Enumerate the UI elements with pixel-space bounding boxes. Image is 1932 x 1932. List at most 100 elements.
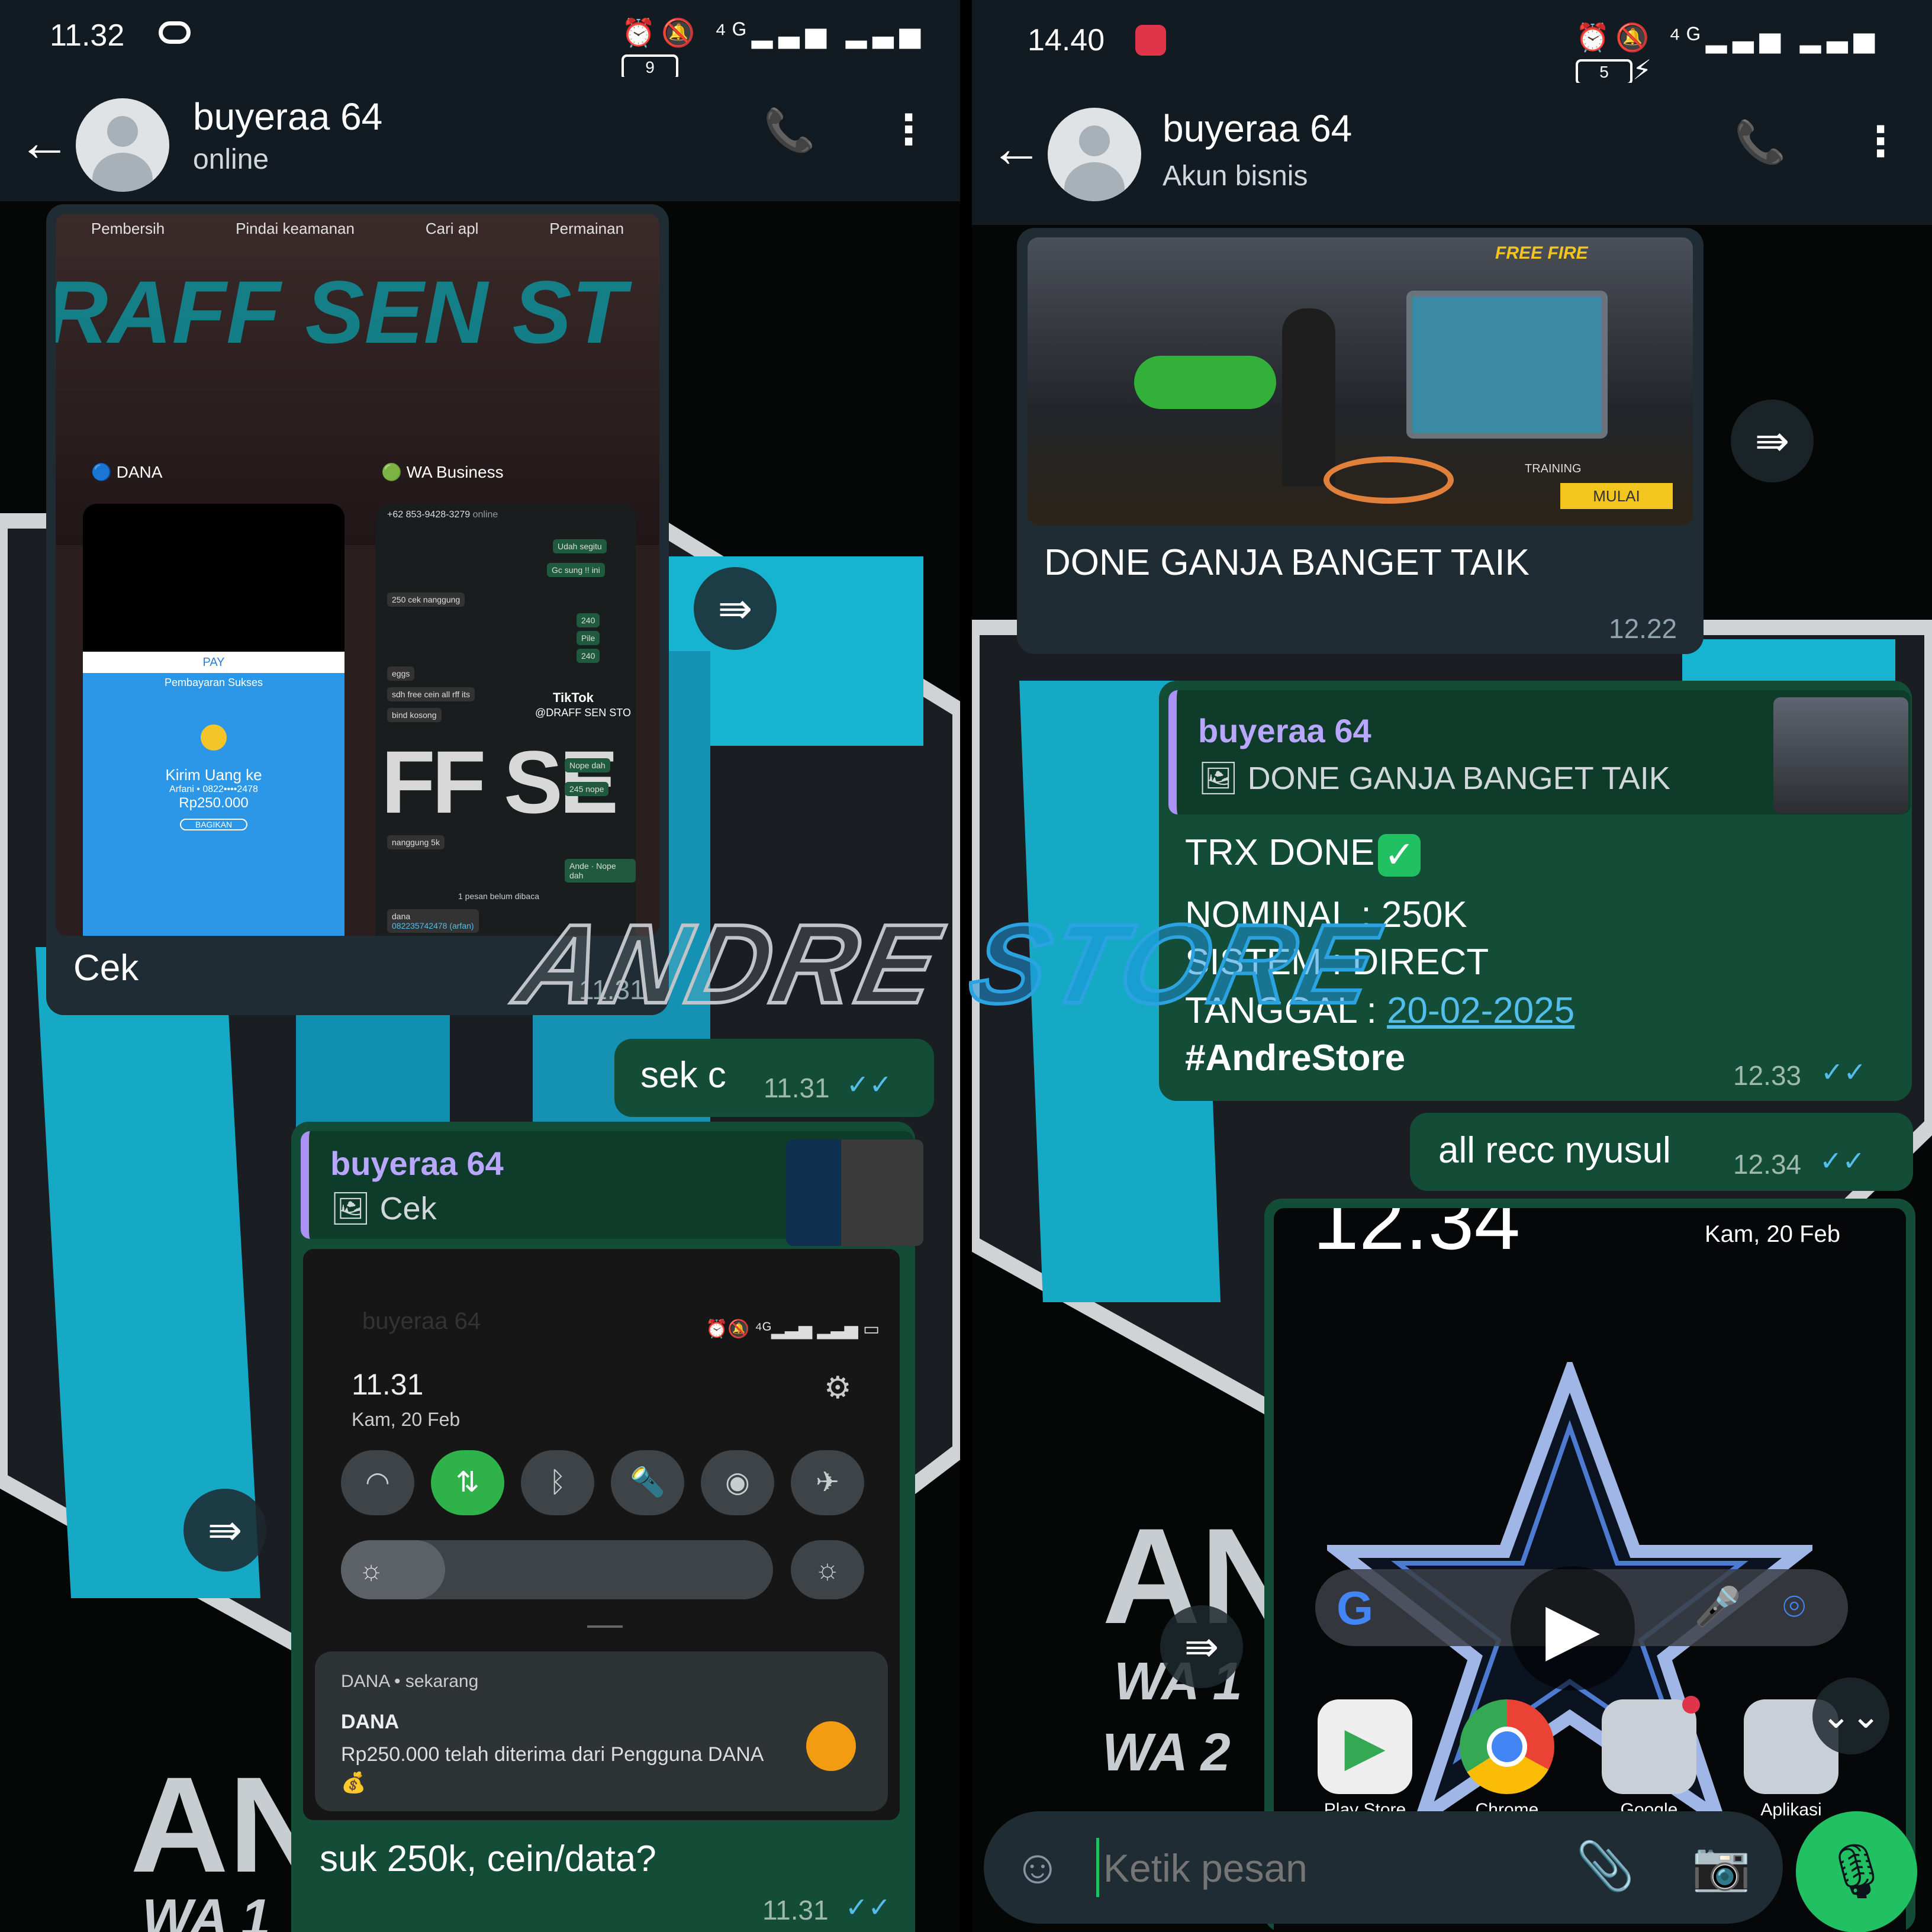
wa-msg-8: sdh free cein all rff its bbox=[387, 687, 475, 701]
app-label-dana: 🔵 DANA bbox=[91, 463, 163, 481]
quoted-message[interactable]: buyeraa 64 🖼 Cek bbox=[301, 1131, 923, 1246]
app-label-wa-business: 🟢 WA Business bbox=[381, 463, 504, 481]
shortcut-security-scan[interactable]: Pindai keamanan bbox=[236, 220, 355, 238]
notification-body: Rp250.000 telah diterima dari Pengguna D… bbox=[341, 1743, 763, 1794]
forward-icon[interactable]: ⇛ bbox=[694, 567, 777, 650]
scroll-down-icon[interactable]: ⌄⌄ bbox=[1812, 1677, 1889, 1754]
google-g-icon: G bbox=[1337, 1582, 1374, 1634]
google-lens-icon[interactable]: ⌾ bbox=[1783, 1585, 1805, 1629]
wa-msg-1: Udah segitu bbox=[553, 539, 607, 553]
wa-msg-3: 250 cek nanggung bbox=[387, 593, 465, 607]
attach-paperclip-icon[interactable]: 📎 bbox=[1576, 1838, 1635, 1894]
game-platform bbox=[1324, 456, 1454, 504]
coin-icon bbox=[201, 724, 227, 751]
game-screenshot[interactable]: FREE FIRE TRAINING MULAI bbox=[1028, 237, 1693, 525]
dana-recent-card[interactable]: PAY Pembayaran Sukses Kirim Uang ke Arfa… bbox=[83, 504, 344, 936]
message-input[interactable] bbox=[1102, 1835, 1531, 1901]
trx-hashtag[interactable]: #AndreStore bbox=[1185, 1037, 1405, 1079]
text-cursor bbox=[1096, 1838, 1099, 1897]
google-folder-icon[interactable] bbox=[1602, 1696, 1700, 1794]
airplane-toggle-icon[interactable]: ✈ bbox=[791, 1450, 864, 1515]
wa-msg-11: 245 nope bbox=[565, 782, 609, 796]
drag-handle[interactable] bbox=[587, 1625, 623, 1628]
play-video-icon[interactable]: ▶ bbox=[1511, 1566, 1635, 1690]
trx-line-1: TRX DONE ✓ bbox=[1185, 832, 1421, 877]
back-arrow-icon[interactable]: ← bbox=[990, 118, 1043, 179]
add-call-icon[interactable]: 📞 bbox=[1734, 118, 1786, 167]
more-options-icon[interactable]: ⋮ bbox=[1860, 117, 1901, 166]
date-link[interactable]: 20-02-2025 bbox=[1387, 990, 1574, 1031]
camera-icon[interactable]: 📷 bbox=[1692, 1838, 1751, 1894]
add-call-icon[interactable]: 📞 bbox=[764, 107, 815, 155]
wa-msg-12: nanggung 5k bbox=[387, 835, 445, 849]
read-ticks-icon: ✓✓ bbox=[1821, 1057, 1867, 1087]
wa-msg-7: eggs bbox=[387, 666, 415, 681]
auto-brightness-icon[interactable]: ☼ bbox=[791, 1540, 864, 1599]
trx-message-bubble[interactable]: buyeraa 64 🖼 DONE GANJA BANGET TAIK TRX … bbox=[1159, 681, 1912, 1101]
battery-icon: 5 bbox=[1576, 59, 1632, 85]
wa-msg-13: Ande · Nope dah bbox=[565, 859, 636, 883]
outgoing-message[interactable]: all recc nyusul 12.34 ✓✓ bbox=[1410, 1113, 1913, 1191]
quoted-message[interactable]: buyeraa 64 🖼 DONE GANJA BANGET TAIK bbox=[1168, 690, 1911, 814]
screenshot-image[interactable]: Pembersih Pindai keamanan Cari apl Perma… bbox=[56, 214, 659, 936]
wallpaper-art-text: RAFF SEN ST bbox=[56, 262, 626, 362]
shortcut-search-apps[interactable]: Cari apl bbox=[426, 220, 479, 238]
game-car bbox=[1134, 356, 1276, 409]
game-billboard bbox=[1406, 291, 1608, 439]
dana-notification-card[interactable]: DANA • sekarang DANA Rp250.000 telah dit… bbox=[315, 1651, 888, 1811]
flashlight-toggle-icon[interactable]: 🔦 bbox=[611, 1450, 684, 1515]
shortcut-cleaner[interactable]: Pembersih bbox=[91, 220, 165, 238]
wallpaper-text-2: WA 1 bbox=[142, 1889, 271, 1932]
dana-title: Pembayaran Sukses bbox=[164, 677, 263, 688]
avatar[interactable] bbox=[1048, 108, 1141, 201]
mic-icon[interactable]: 🎙 bbox=[1796, 1811, 1917, 1932]
wa-business-recent-card[interactable]: +62 853-9428-3279 online Udah segitu Gc … bbox=[375, 504, 636, 936]
play-store-icon[interactable]: ▶ bbox=[1318, 1699, 1412, 1794]
voice-search-icon[interactable]: 🎤 bbox=[1694, 1585, 1741, 1629]
wa-msg-6: 240 bbox=[577, 649, 600, 663]
outgoing-message[interactable]: sek c 11.31 ✓✓ bbox=[614, 1039, 934, 1117]
game-logo: FREE FIRE bbox=[1495, 243, 1588, 263]
hotspot-toggle-icon[interactable]: ◉ bbox=[701, 1450, 774, 1515]
more-options-icon[interactable]: ⋮ bbox=[888, 105, 929, 154]
contact-status: Akun bisnis bbox=[1163, 160, 1308, 192]
wa-msg-5: Pile bbox=[577, 631, 600, 645]
dana-line1: Kirim Uang ke bbox=[165, 766, 262, 784]
forward-icon[interactable]: ⇛ bbox=[183, 1489, 266, 1572]
forward-icon[interactable]: ⇛ bbox=[1160, 1605, 1243, 1688]
read-ticks-icon: ✓✓ bbox=[1820, 1145, 1866, 1176]
read-ticks-icon: ✓✓ bbox=[846, 1069, 893, 1100]
contact-name[interactable]: buyeraa 64 bbox=[193, 95, 382, 139]
wifi-toggle-icon[interactable]: ◠ bbox=[341, 1450, 414, 1515]
dana-payment-screen: PAY Pembayaran Sukses Kirim Uang ke Arfa… bbox=[83, 652, 344, 936]
back-arrow-icon[interactable]: ← bbox=[18, 112, 71, 173]
screen-record-icon bbox=[1135, 25, 1166, 56]
forward-icon[interactable]: ⇛ bbox=[1731, 400, 1814, 482]
settings-gear-icon[interactable]: ⚙ bbox=[824, 1370, 852, 1406]
wa-msg-14: dana 082235742478 (arfan) bbox=[387, 909, 479, 933]
notification-icon bbox=[159, 21, 191, 44]
message-text: sek c bbox=[640, 1055, 726, 1096]
message-time: 12.33 bbox=[1733, 1060, 1802, 1091]
quoted-text: 🖼 Cek bbox=[330, 1191, 437, 1226]
dana-avatar-icon bbox=[806, 1721, 856, 1771]
bluetooth-toggle-icon[interactable]: ᛒ bbox=[521, 1450, 594, 1515]
brightness-slider[interactable]: ☼ bbox=[341, 1540, 773, 1599]
andre-store-watermark: ANDRE STORE bbox=[505, 900, 1392, 1029]
contact-name[interactable]: buyeraa 64 bbox=[1163, 107, 1352, 150]
mobile-data-toggle-icon[interactable]: ⇅ bbox=[431, 1450, 504, 1515]
image-caption: Cek bbox=[73, 948, 139, 988]
shortcut-games[interactable]: Permainan bbox=[549, 220, 624, 238]
reply-message-bubble[interactable]: buyeraa 64 🖼 Cek buyeraa 64 ⏰🔕 ⁴ᴳ▂▃▅ ▂▃▅… bbox=[291, 1122, 923, 1932]
message-input-bar[interactable]: ☺ 📎 📷 bbox=[984, 1811, 1783, 1924]
avatar[interactable] bbox=[76, 98, 169, 192]
quoted-text: 🖼 DONE GANJA BANGET TAIK bbox=[1198, 761, 1670, 796]
quoted-thumbnail bbox=[786, 1139, 923, 1246]
chrome-icon[interactable] bbox=[1460, 1699, 1554, 1794]
emoji-sticker-icon[interactable]: ☺ bbox=[1013, 1840, 1062, 1894]
chat-header: ← buyeraa 64 Akun bisnis 📞 ⋮ bbox=[972, 83, 1932, 225]
notification-screenshot[interactable]: buyeraa 64 ⏰🔕 ⁴ᴳ▂▃▅ ▂▃▅ ▭ 11.31 Kam, 20 … bbox=[303, 1249, 900, 1820]
image-message-bubble[interactable]: FREE FIRE TRAINING MULAI DONE GANJA BANG… bbox=[1017, 228, 1704, 654]
image-message-bubble[interactable]: Pembersih Pindai keamanan Cari apl Perma… bbox=[46, 204, 669, 1015]
image-caption: DONE GANJA BANGET TAIK bbox=[1044, 542, 1530, 583]
